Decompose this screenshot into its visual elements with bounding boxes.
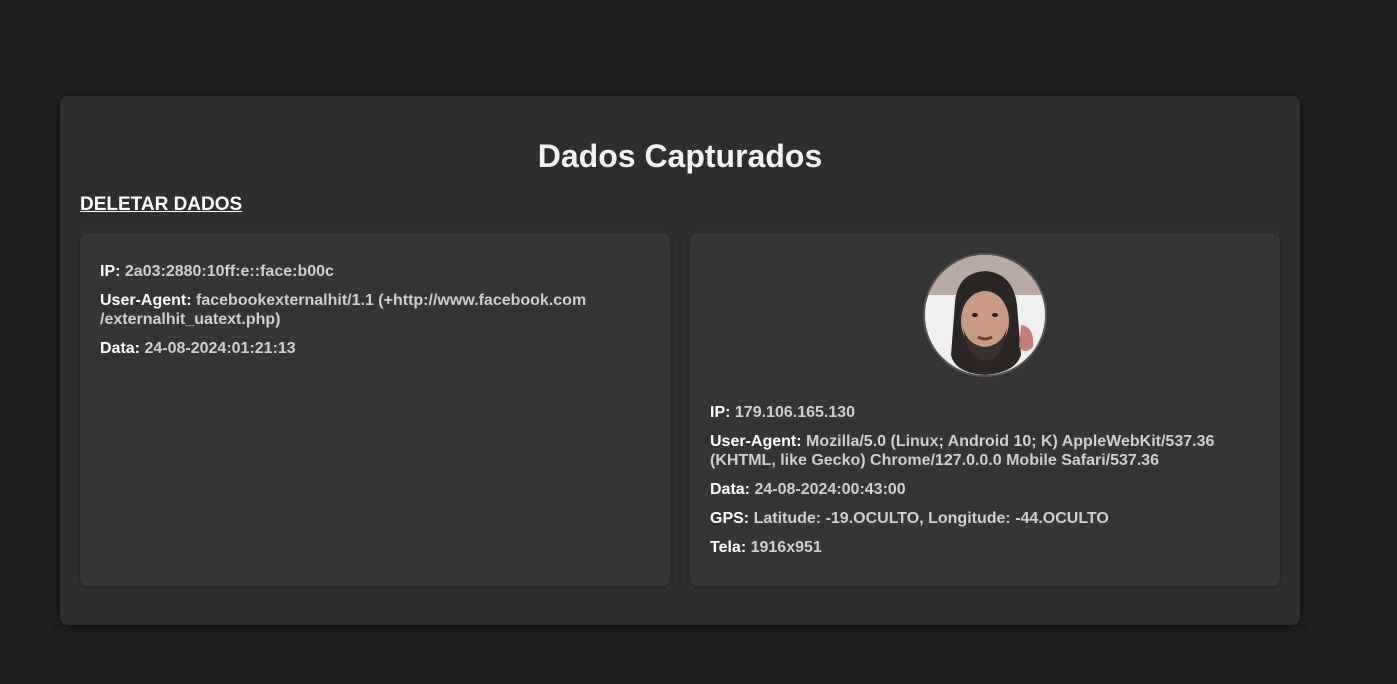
record-card: IP: 179.106.165.130 User-Agent: Mozilla/… xyxy=(690,233,1280,586)
delete-data-link[interactable]: DELETAR DADOS xyxy=(80,194,242,216)
field-label: Data: xyxy=(100,340,141,357)
page-title: Dados Capturados xyxy=(537,138,823,174)
field-date: Data: 24-08-2024:01:21:13 xyxy=(100,339,650,358)
field-label: Data: xyxy=(710,481,751,498)
field-label: IP: xyxy=(710,404,731,421)
field-value: 2a03:2880:10ff:e::face:b00c xyxy=(124,263,334,280)
field-label: IP: xyxy=(100,263,121,280)
record-card: IP: 2a03:2880:10ff:e::face:b00c User-Age… xyxy=(80,233,670,586)
field-user-agent: User-Agent: facebookexternalhit/1.1 (+ht… xyxy=(100,291,650,329)
captured-photo xyxy=(923,253,1047,377)
field-screen: Tela: 1916x951 xyxy=(710,538,1260,557)
field-label: User-Agent: xyxy=(710,433,802,450)
field-value: 179.106.165.130 xyxy=(734,404,856,421)
field-value: Latitude: -19.OCULTO, Longitude: -44.OCU… xyxy=(753,510,1109,527)
field-user-agent: User-Agent: Mozilla/5.0 (Linux; Android … xyxy=(710,432,1260,470)
field-date: Data: 24-08-2024:00:43:00 xyxy=(710,480,1260,499)
field-value: 24-08-2024:00:43:00 xyxy=(754,481,906,498)
field-gps: GPS: Latitude: -19.OCULTO, Longitude: -4… xyxy=(710,509,1260,528)
field-ip: IP: 2a03:2880:10ff:e::face:b00c xyxy=(100,262,650,281)
field-ip: IP: 179.106.165.130 xyxy=(710,403,1260,422)
captured-data-panel: Dados Capturados DELETAR DADOS IP: 2a03:… xyxy=(60,96,1300,625)
records-list: IP: 2a03:2880:10ff:e::face:b00c User-Age… xyxy=(80,233,1280,586)
field-label: User-Agent: xyxy=(100,292,192,309)
field-value: 24-08-2024:01:21:13 xyxy=(144,340,296,357)
field-label: Tela: xyxy=(710,539,747,556)
field-label: GPS: xyxy=(710,510,750,527)
field-value: 1916x951 xyxy=(750,539,822,556)
